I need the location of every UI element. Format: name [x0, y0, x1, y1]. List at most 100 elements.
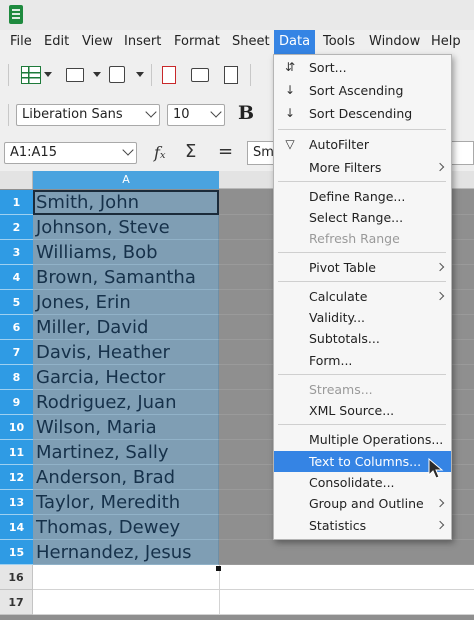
menu-view[interactable]: View [80, 30, 115, 54]
table-cell[interactable]: Miller, David [33, 315, 219, 340]
menu-item-label: Calculate [309, 289, 368, 304]
table-cell[interactable] [33, 590, 474, 615]
select-all-corner[interactable] [0, 171, 33, 189]
active-cell[interactable]: Smith, John [33, 190, 219, 215]
menu-item-sort-descending[interactable]: ↓ Sort Descending [274, 103, 451, 124]
row-header[interactable]: 7 [0, 340, 33, 365]
chevron-down-icon[interactable] [44, 72, 52, 77]
chevron-right-icon [435, 498, 445, 508]
name-box-value: A1:A15 [10, 145, 57, 160]
fill-handle[interactable] [216, 566, 221, 571]
table-cell[interactable]: Martinez, Sally [33, 440, 219, 465]
menu-item-sort-ascending[interactable]: ↓ Sort Ascending [274, 80, 451, 101]
menu-format[interactable]: Format [172, 30, 222, 54]
menu-item-multiple-operations[interactable]: Multiple Operations... [274, 429, 451, 450]
row-header[interactable]: 9 [0, 390, 33, 415]
table-cell[interactable]: Anderson, Brad [33, 465, 219, 490]
menu-item-statistics[interactable]: Statistics [274, 515, 451, 536]
export-pdf-icon[interactable] [162, 66, 176, 84]
menu-data[interactable]: Data [274, 30, 316, 54]
table-cell[interactable]: Brown, Samantha [33, 265, 219, 290]
open-folder-icon[interactable] [66, 68, 84, 82]
font-name-combo[interactable]: Liberation Sans [16, 104, 160, 126]
menu-item-select-range[interactable]: Select Range... [274, 207, 451, 228]
row-header[interactable]: 4 [0, 265, 33, 290]
row-header[interactable]: 12 [0, 465, 33, 490]
table-cell[interactable]: Johnson, Steve [33, 215, 219, 240]
menu-item-calculate[interactable]: Calculate [274, 286, 451, 307]
menu-item-label: Text to Columns... [309, 454, 422, 469]
function-wizard-button[interactable]: fₓ [154, 143, 166, 162]
table-cell[interactable]: Wilson, Maria [33, 415, 219, 440]
new-spreadsheet-icon[interactable] [21, 66, 41, 84]
menu-item-sort[interactable]: ⇵ Sort... [274, 57, 451, 78]
menu-file[interactable]: File [8, 30, 34, 54]
menu-sheet[interactable]: Sheet [230, 30, 272, 54]
menu-item-label: Define Range... [309, 189, 406, 204]
column-header-a[interactable]: A [33, 171, 219, 189]
font-size-value: 10 [173, 107, 190, 122]
menu-item-xml-source[interactable]: XML Source... [274, 400, 451, 421]
chevron-down-icon[interactable] [122, 144, 134, 156]
table-cell[interactable]: Taylor, Meredith [33, 490, 219, 515]
print-preview-icon[interactable] [224, 66, 238, 84]
table-cell[interactable]: Williams, Bob [33, 240, 219, 265]
row-header[interactable]: 5 [0, 290, 33, 315]
row-header[interactable]: 15 [0, 540, 33, 565]
chevron-down-icon[interactable] [136, 72, 144, 77]
row-header[interactable]: 1 [0, 190, 33, 215]
toolbar-separator [8, 104, 9, 126]
name-box[interactable]: A1:A15 [4, 142, 137, 164]
table-cell[interactable]: Garcia, Hector [33, 365, 219, 390]
menu-item-refresh-range: Refresh Range [274, 228, 451, 249]
menu-item-define-range[interactable]: Define Range... [274, 186, 451, 207]
row-header[interactable]: 6 [0, 315, 33, 340]
sum-button[interactable]: Σ [185, 141, 196, 162]
row-header[interactable]: 10 [0, 415, 33, 440]
row-header[interactable]: 2 [0, 215, 33, 240]
menu-item-label: Sort Ascending [309, 83, 404, 98]
row-header[interactable]: 14 [0, 515, 33, 540]
row-header[interactable]: 11 [0, 440, 33, 465]
table-cell[interactable]: Davis, Heather [33, 340, 219, 365]
font-size-combo[interactable]: 10 [167, 104, 225, 126]
chevron-down-icon[interactable] [145, 106, 157, 118]
menu-item-consolidate[interactable]: Consolidate... [274, 472, 451, 493]
menu-item-form[interactable]: Form... [274, 350, 451, 371]
menu-item-label: More Filters [309, 160, 382, 175]
menu-insert[interactable]: Insert [122, 30, 163, 54]
table-cell[interactable]: Hernandez, Jesus [33, 540, 219, 565]
menu-separator [278, 281, 446, 282]
menu-item-text-to-columns[interactable]: Text to Columns... [274, 451, 451, 472]
chevron-down-icon[interactable] [210, 106, 222, 118]
menu-item-validity[interactable]: Validity... [274, 307, 451, 328]
row-header[interactable]: 8 [0, 365, 33, 390]
menu-item-label: Consolidate... [309, 475, 395, 490]
menu-item-more-filters[interactable]: More Filters [274, 157, 451, 178]
menu-item-label: Streams... [309, 382, 373, 397]
menu-item-subtotals[interactable]: Subtotals... [274, 328, 451, 349]
chevron-down-icon[interactable] [93, 72, 101, 77]
menu-help[interactable]: Help [429, 30, 463, 54]
save-icon[interactable] [109, 66, 125, 83]
row-header[interactable]: 17 [0, 590, 33, 615]
menu-item-group-and-outline[interactable]: Group and Outline [274, 493, 451, 514]
menu-tools[interactable]: Tools [321, 30, 357, 54]
menu-window[interactable]: Window [367, 30, 422, 54]
formula-button[interactable]: = [218, 141, 233, 162]
table-cell[interactable]: Jones, Erin [33, 290, 219, 315]
menu-item-autofilter[interactable]: ▽ AutoFilter [274, 134, 451, 155]
sort-icon: ⇵ [284, 60, 296, 74]
menu-edit[interactable]: Edit [42, 30, 71, 54]
menu-item-pivot-table[interactable]: Pivot Table [274, 257, 451, 278]
bold-button[interactable]: B [238, 102, 254, 124]
title-bar [0, 0, 474, 30]
row-header[interactable]: 13 [0, 490, 33, 515]
table-cell[interactable] [33, 565, 474, 590]
print-icon[interactable] [191, 68, 209, 82]
row-header[interactable]: 16 [0, 565, 33, 590]
row-header[interactable]: 3 [0, 240, 33, 265]
menu-separator [278, 374, 446, 375]
table-cell[interactable]: Rodriguez, Juan [33, 390, 219, 415]
table-cell[interactable]: Thomas, Dewey [33, 515, 219, 540]
